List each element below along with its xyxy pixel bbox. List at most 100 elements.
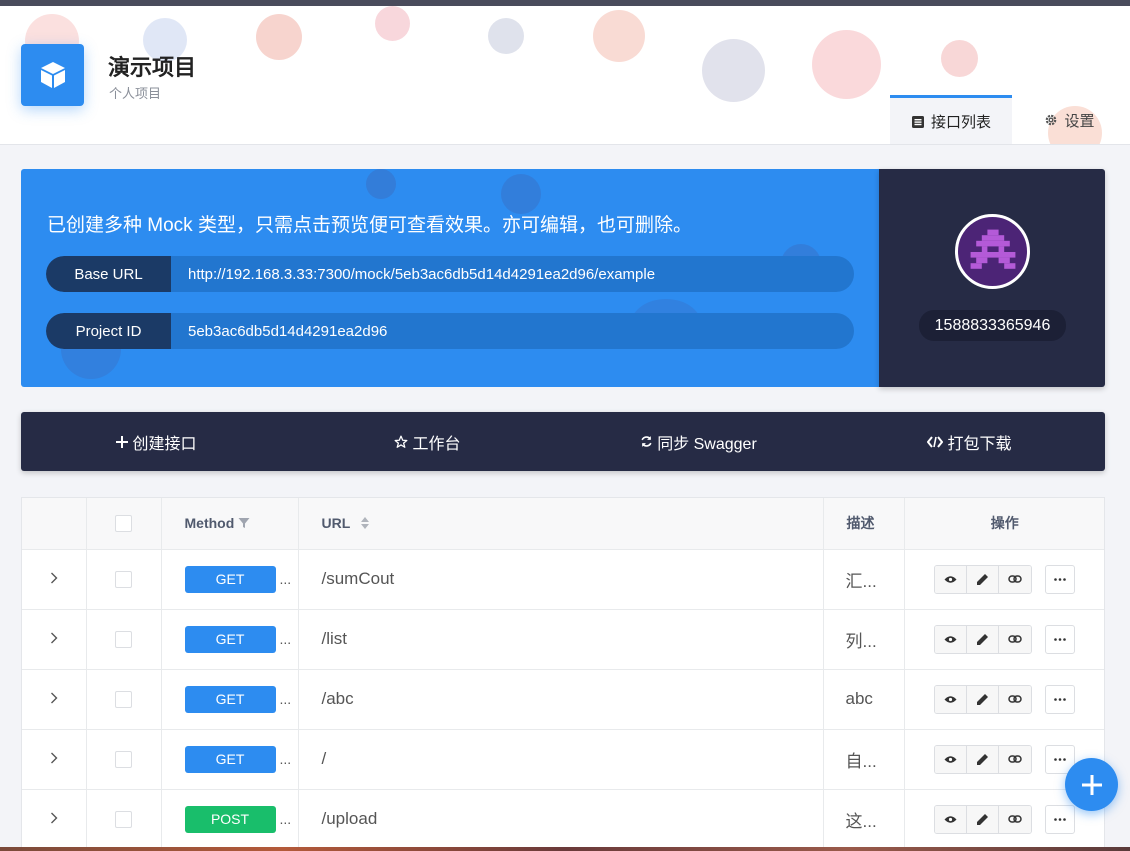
op-button-group (934, 684, 1033, 714)
ops-header-label: 操作 (990, 515, 1019, 532)
desc-column-header: 描述 (823, 498, 905, 550)
ops-cell (904, 609, 1104, 670)
select-all-checkbox[interactable] (115, 515, 132, 533)
more-icon (1054, 637, 1066, 641)
user-name: 1588833365946 (919, 310, 1066, 341)
pencil-icon (977, 813, 989, 825)
url-cell[interactable]: /sumCout (298, 549, 824, 610)
url-cell[interactable]: /abc (298, 669, 824, 730)
pencil-icon (977, 633, 989, 645)
action-bar: 创建接口 工作台 同步 Swagger 打包下载 (21, 412, 1105, 471)
row-checkbox[interactable] (115, 571, 132, 589)
tab-api-list-label: 接口列表 (930, 114, 991, 131)
avatar[interactable] (955, 214, 1030, 289)
method-header-label: Method (184, 515, 235, 532)
copy-link-button[interactable] (999, 565, 1032, 593)
create-api-button[interactable]: 创建接口 (21, 412, 292, 471)
project-info-panel: 已创建多种 Mock 类型，只需点击预览便可查看效果。亦可编辑，也可删除。 Ba… (21, 169, 879, 387)
table-header: Method URL 描述 操作 (22, 498, 1104, 550)
url-cell[interactable]: /upload (298, 789, 824, 850)
more-button[interactable] (1045, 564, 1076, 594)
select-cell (86, 789, 162, 850)
plus-icon (116, 435, 129, 448)
select-all-cell (86, 498, 162, 550)
decor-bubble (593, 10, 645, 62)
edit-button[interactable] (967, 685, 1000, 713)
sync-swagger-button[interactable]: 同步 Swagger (563, 412, 834, 471)
sort-icon[interactable] (360, 516, 370, 530)
preview-button[interactable] (935, 745, 968, 773)
copy-link-button[interactable] (999, 805, 1032, 833)
project-id-field[interactable]: Project ID 5eb3ac6db5d14d4291ea2d96 (46, 313, 854, 349)
chevron-right-icon[interactable] (50, 692, 58, 704)
link-icon (1008, 815, 1023, 823)
eye-icon (944, 695, 957, 703)
desc-cell: 汇... (823, 549, 905, 610)
project-id-value[interactable]: 5eb3ac6db5d14d4291ea2d96 (171, 323, 387, 340)
more-icon (1054, 697, 1066, 701)
select-cell (86, 729, 162, 790)
more-button[interactable] (1045, 684, 1076, 714)
row-checkbox[interactable] (115, 691, 132, 709)
chevron-right-icon[interactable] (50, 572, 58, 584)
desc-cell: 这... (823, 789, 905, 850)
more-icon (1054, 757, 1066, 761)
chevron-right-icon[interactable] (50, 812, 58, 824)
edit-button[interactable] (967, 805, 1000, 833)
method-badge: GET (184, 625, 276, 653)
download-package-button[interactable]: 打包下载 (834, 412, 1105, 471)
filter-icon[interactable] (238, 517, 250, 529)
row-checkbox[interactable] (115, 631, 132, 649)
project-subtitle: 个人项目 (109, 86, 162, 101)
pencil-icon (977, 753, 989, 765)
expand-cell (22, 729, 87, 790)
row-checkbox[interactable] (115, 751, 132, 769)
method-badge: GET (184, 685, 276, 713)
link-icon (1008, 755, 1023, 763)
method-column-header: Method (161, 498, 299, 550)
row-checkbox[interactable] (115, 811, 132, 829)
copy-link-button[interactable] (999, 745, 1032, 773)
url-header-label: URL (321, 515, 351, 532)
method-ellipsis: ... (279, 811, 292, 827)
edit-button[interactable] (967, 565, 1000, 593)
preview-button[interactable] (935, 625, 968, 653)
table-row: POST... /upload 这... (22, 789, 1104, 850)
edit-button[interactable] (967, 625, 1000, 653)
sync-icon (640, 435, 653, 448)
base-url-value[interactable]: http://192.168.3.33:7300/mock/5eb3ac6db5… (171, 266, 655, 283)
api-table: Method URL 描述 操作 GET... /sumCout 汇... GE… (21, 497, 1105, 851)
tab-api-list[interactable]: 接口列表 (890, 95, 1012, 144)
copy-link-button[interactable] (999, 625, 1032, 653)
add-floating-button[interactable] (1065, 758, 1118, 811)
method-cell: GET... (161, 609, 299, 670)
chevron-right-icon[interactable] (50, 632, 58, 644)
eye-icon (944, 575, 957, 583)
eye-icon (944, 635, 957, 643)
link-icon (1008, 695, 1023, 703)
ops-cell (904, 669, 1104, 730)
more-button[interactable] (1045, 804, 1076, 834)
link-icon (1008, 575, 1023, 583)
url-cell[interactable]: / (298, 729, 824, 790)
edit-button[interactable] (967, 745, 1000, 773)
workbench-label: 工作台 (412, 435, 461, 453)
preview-button[interactable] (935, 565, 968, 593)
expand-column-header (22, 498, 87, 550)
expand-cell (22, 609, 87, 670)
base-url-field[interactable]: Base URL http://192.168.3.33:7300/mock/5… (46, 256, 854, 292)
chevron-right-icon[interactable] (50, 752, 58, 764)
more-button[interactable] (1045, 624, 1076, 654)
table-row: GET... /list 列... (22, 609, 1104, 670)
preview-button[interactable] (935, 805, 968, 833)
workbench-button[interactable]: 工作台 (292, 412, 563, 471)
tab-settings[interactable]: 设置 (1022, 95, 1117, 144)
url-cell[interactable]: /list (298, 609, 824, 670)
op-button-group (934, 804, 1033, 834)
desc-cell: 列... (823, 609, 905, 670)
method-badge: POST (184, 805, 276, 833)
preview-button[interactable] (935, 685, 968, 713)
create-api-label: 创建接口 (132, 435, 197, 453)
decor-bubble (256, 14, 302, 60)
copy-link-button[interactable] (999, 685, 1032, 713)
